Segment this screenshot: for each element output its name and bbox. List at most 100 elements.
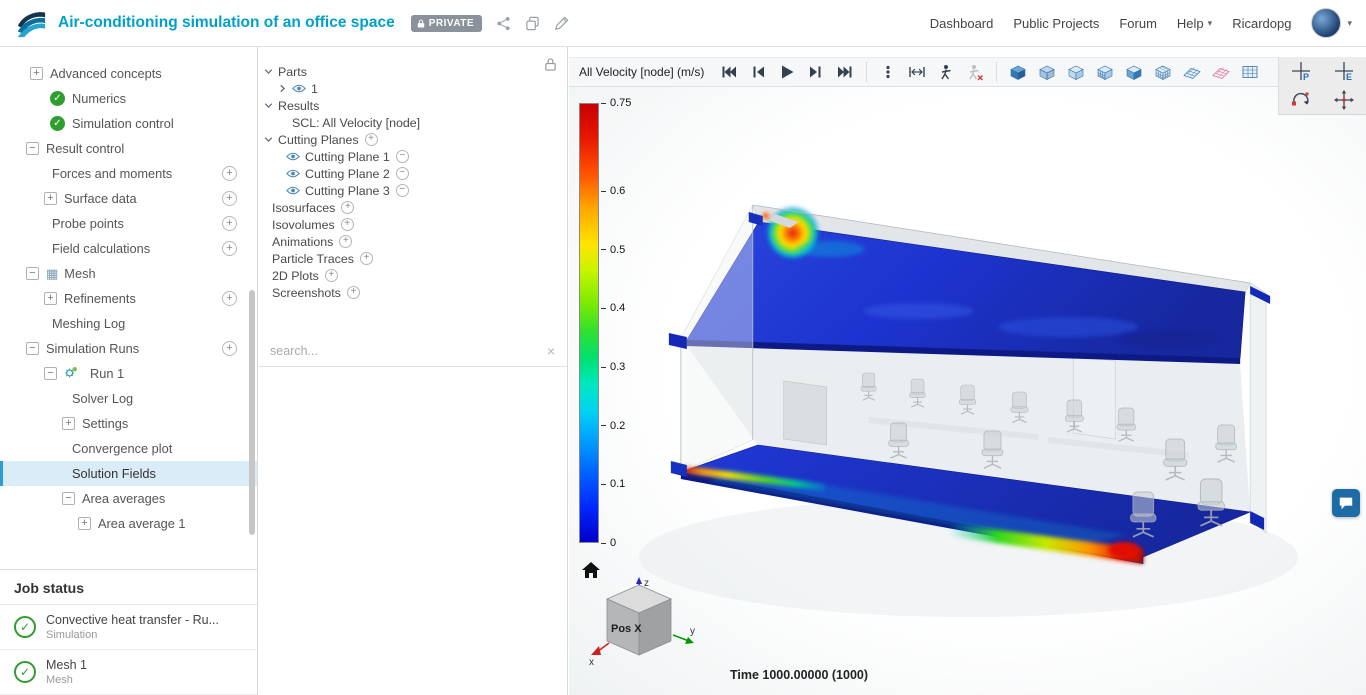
sim-tree-item-solver-log[interactable]: Solver Log bbox=[0, 386, 257, 411]
chevron-down-icon[interactable] bbox=[264, 135, 273, 144]
search-input[interactable] bbox=[270, 343, 547, 358]
edit-button[interactable] bbox=[554, 16, 569, 31]
remove-circle-icon[interactable]: − bbox=[395, 150, 409, 163]
clear-search-icon[interactable]: × bbox=[547, 343, 555, 359]
sim-tree-item-refinements[interactable]: + Refinements + bbox=[0, 286, 257, 311]
user-avatar[interactable] bbox=[1311, 8, 1342, 38]
table-grid-view-button[interactable] bbox=[1239, 61, 1261, 83]
fit-width-button[interactable] bbox=[906, 61, 928, 83]
nav-public-projects[interactable]: Public Projects bbox=[1013, 16, 1099, 31]
remove-circle-icon[interactable]: − bbox=[395, 167, 409, 180]
scene-tree-item-cutting-plane-3[interactable]: Cutting Plane 3− bbox=[258, 182, 567, 199]
share-button[interactable] bbox=[496, 16, 511, 31]
plane-grid-view-button[interactable] bbox=[1181, 61, 1203, 83]
rotate-gizmo-button[interactable] bbox=[1290, 89, 1312, 111]
pan-gizmo-button[interactable] bbox=[1333, 89, 1355, 111]
sim-tree-item-surface-data[interactable]: + Surface data + bbox=[0, 186, 257, 211]
sim-tree-item-simulation-runs[interactable]: − Simulation Runs + bbox=[0, 336, 257, 361]
nav-dashboard[interactable]: Dashboard bbox=[930, 16, 994, 31]
grid-cube-view-button[interactable] bbox=[1094, 61, 1116, 83]
red-grid-view-button[interactable] bbox=[1210, 61, 1232, 83]
add-button[interactable]: + bbox=[222, 341, 237, 356]
sim-tree-item-forces-and-moments[interactable]: Forces and moments + bbox=[0, 161, 257, 186]
job-item-convective-heat-transfer-ru[interactable]: ✓ Convective heat transfer - Ru... Simul… bbox=[0, 605, 257, 650]
sim-tree-item-convergence-plot[interactable]: Convergence plot bbox=[0, 436, 257, 461]
nav-help[interactable]: Help ▾ bbox=[1177, 16, 1212, 31]
add-circle-icon[interactable]: + bbox=[340, 218, 354, 231]
remove-circle-icon[interactable]: − bbox=[395, 184, 409, 197]
navigation-cube[interactable]: z Pos X y x bbox=[587, 575, 697, 675]
scene-tree-item-screenshots[interactable]: Screenshots + bbox=[258, 284, 567, 301]
add-circle-icon[interactable]: + bbox=[324, 269, 338, 282]
chevron-down-icon[interactable] bbox=[264, 101, 273, 110]
sim-tree-item-simulation-control[interactable]: ✓ Simulation control bbox=[0, 111, 257, 136]
app-logo[interactable] bbox=[14, 7, 48, 39]
pick-point-e-button[interactable]: E bbox=[1333, 60, 1355, 82]
dense-grid-cube-view-button[interactable] bbox=[1152, 61, 1174, 83]
visibility-eye-icon[interactable] bbox=[286, 152, 300, 161]
sim-tree-item-meshing-log[interactable]: Meshing Log bbox=[0, 311, 257, 336]
visibility-eye-icon[interactable] bbox=[286, 169, 300, 178]
chat-button[interactable] bbox=[1332, 489, 1360, 517]
render-canvas[interactable]: 0.75 0.6 0.5 0.4 0.3 0.2 0.1 0 z Pos X y x bbox=[569, 87, 1366, 695]
pick-point-p-button[interactable]: P bbox=[1290, 60, 1312, 82]
lock-icon[interactable] bbox=[544, 57, 557, 77]
scene-tree-item-isovolumes[interactable]: Isovolumes + bbox=[258, 216, 567, 233]
scene-tree-item-cutting-plane-1[interactable]: Cutting Plane 1− bbox=[258, 148, 567, 165]
scene-tree-item-cutting-planes[interactable]: Cutting Planes + bbox=[258, 131, 567, 148]
nav-forum[interactable]: Forum bbox=[1119, 16, 1157, 31]
chevron-down-icon[interactable] bbox=[264, 67, 273, 76]
sim-tree-item-numerics[interactable]: ✓ Numerics bbox=[0, 86, 257, 111]
job-item-mesh-1[interactable]: ✓ Mesh 1 Mesh bbox=[0, 650, 257, 695]
expander-minus-icon[interactable]: − bbox=[26, 267, 39, 280]
sim-tree-item-solution-fields[interactable]: Solution Fields bbox=[0, 461, 257, 486]
walk-mode-disabled-button[interactable] bbox=[964, 61, 986, 83]
translucent-view-button[interactable] bbox=[1036, 61, 1058, 83]
sim-tree-item-area-averages[interactable]: − Area averages bbox=[0, 486, 257, 511]
scene-tree-item-scl-all-velocity-node[interactable]: SCL: All Velocity [node] bbox=[258, 114, 567, 131]
add-circle-icon[interactable]: + bbox=[359, 252, 373, 265]
expander-minus-icon[interactable]: − bbox=[26, 342, 39, 355]
add-circle-icon[interactable]: + bbox=[341, 201, 355, 214]
walk-mode-button[interactable] bbox=[935, 61, 957, 83]
add-circle-icon[interactable]: + bbox=[339, 235, 353, 248]
add-circle-icon[interactable]: + bbox=[346, 286, 360, 299]
visibility-eye-icon[interactable] bbox=[286, 186, 300, 195]
expander-minus-icon[interactable]: − bbox=[62, 492, 75, 505]
sim-tree-item-advanced-concepts[interactable]: + Advanced concepts bbox=[0, 61, 257, 86]
add-button[interactable]: + bbox=[222, 166, 237, 181]
sim-tree-item-probe-points[interactable]: Probe points + bbox=[0, 211, 257, 236]
sim-tree-item-run-1[interactable]: − Run 1 bbox=[0, 361, 257, 386]
expander-plus-icon[interactable]: + bbox=[44, 192, 57, 205]
expander-plus-icon[interactable]: + bbox=[78, 517, 91, 530]
scene-tree-item-particle-traces[interactable]: Particle Traces + bbox=[258, 250, 567, 267]
more-options-button[interactable] bbox=[877, 61, 899, 83]
sim-tree-item-settings[interactable]: + Settings bbox=[0, 411, 257, 436]
expander-plus-icon[interactable]: + bbox=[44, 292, 57, 305]
solid-view-button[interactable] bbox=[1007, 61, 1029, 83]
copy-button[interactable] bbox=[525, 16, 540, 31]
expander-plus-icon[interactable]: + bbox=[30, 67, 43, 80]
visibility-eye-icon[interactable] bbox=[292, 84, 306, 93]
sim-tree-item-field-calculations[interactable]: Field calculations + bbox=[0, 236, 257, 261]
sim-tree-item-result-control[interactable]: − Result control bbox=[0, 136, 257, 161]
add-button[interactable]: + bbox=[222, 291, 237, 306]
add-circle-icon[interactable]: + bbox=[364, 133, 378, 146]
expander-plus-icon[interactable]: + bbox=[62, 417, 75, 430]
add-button[interactable]: + bbox=[222, 241, 237, 256]
add-button[interactable]: + bbox=[222, 216, 237, 231]
sim-tree-item-area-average-1[interactable]: + Area average 1 bbox=[0, 511, 257, 536]
scene-tree-item-animations[interactable]: Animations + bbox=[258, 233, 567, 250]
chevron-right-icon[interactable] bbox=[278, 84, 287, 93]
scene-tree-item-parts[interactable]: Parts bbox=[258, 63, 567, 80]
scene-tree-item-1[interactable]: 1 bbox=[258, 80, 567, 97]
sidebar-scrollbar[interactable] bbox=[249, 290, 255, 535]
skip-to-start-button[interactable] bbox=[718, 61, 740, 83]
sim-tree-item-mesh[interactable]: − ▦ Mesh bbox=[0, 261, 257, 286]
add-button[interactable]: + bbox=[222, 191, 237, 206]
light-cube-view-button[interactable] bbox=[1065, 61, 1087, 83]
user-menu[interactable]: ▾ bbox=[1311, 8, 1352, 38]
scene-tree-item-2d-plots[interactable]: 2D Plots + bbox=[258, 267, 567, 284]
skip-to-end-button[interactable] bbox=[834, 61, 856, 83]
shaded-cube-view-button[interactable] bbox=[1123, 61, 1145, 83]
